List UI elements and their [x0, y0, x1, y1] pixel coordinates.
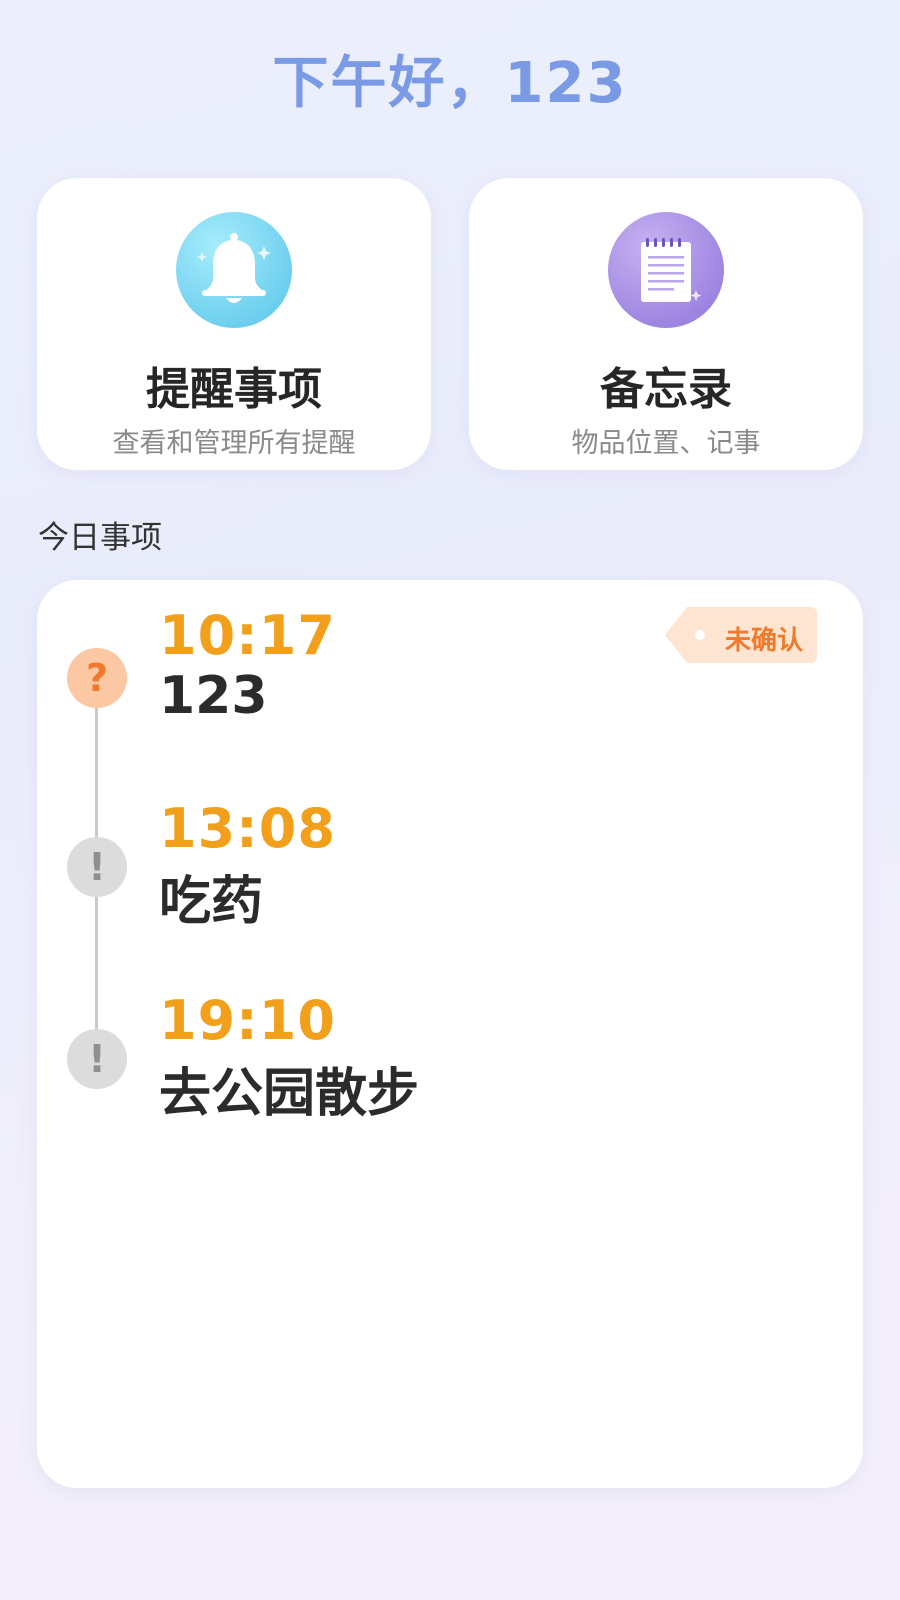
greeting-title: 下午好，123 [272, 51, 628, 116]
badge-label: 未确认 [725, 626, 804, 656]
reminders-card-title: 提醒事项 [146, 364, 322, 415]
reminders-card[interactable]: 提醒事项 查看和管理所有提醒 [37, 178, 431, 470]
bell-icon [176, 212, 292, 328]
event-title: 去公园散步 [159, 1064, 420, 1124]
unconfirmed-badge: 未确认 [665, 607, 817, 663]
event-item[interactable]: 13:08 ! 吃药 [37, 773, 863, 933]
memo-card[interactable]: 备忘录 物品位置、记事 [469, 178, 863, 470]
event-time: 10:17 [159, 604, 336, 667]
event-title: 123 [159, 666, 268, 726]
event-time: 19:10 [159, 989, 336, 1052]
question-icon: ? [67, 648, 127, 708]
today-events-card: 10:17 ? 123 未确认 13:08 ! 吃药 19:10 ! 去公园散步 [37, 580, 863, 1488]
event-time: 13:08 [159, 797, 336, 860]
reminders-card-subtitle: 查看和管理所有提醒 [112, 428, 356, 459]
event-item[interactable]: 10:17 ? 123 未确认 [37, 580, 863, 740]
badge-dot [695, 630, 705, 640]
notepad-icon [608, 212, 724, 328]
today-section-label: 今日事项 [38, 520, 162, 556]
event-item[interactable]: 19:10 ! 去公园散步 [37, 965, 863, 1125]
event-title: 吃药 [159, 872, 264, 932]
memo-card-subtitle: 物品位置、记事 [571, 428, 761, 459]
exclamation-icon: ! [67, 1029, 127, 1089]
exclamation-icon: ! [67, 837, 127, 897]
memo-card-title: 备忘录 [600, 364, 732, 415]
